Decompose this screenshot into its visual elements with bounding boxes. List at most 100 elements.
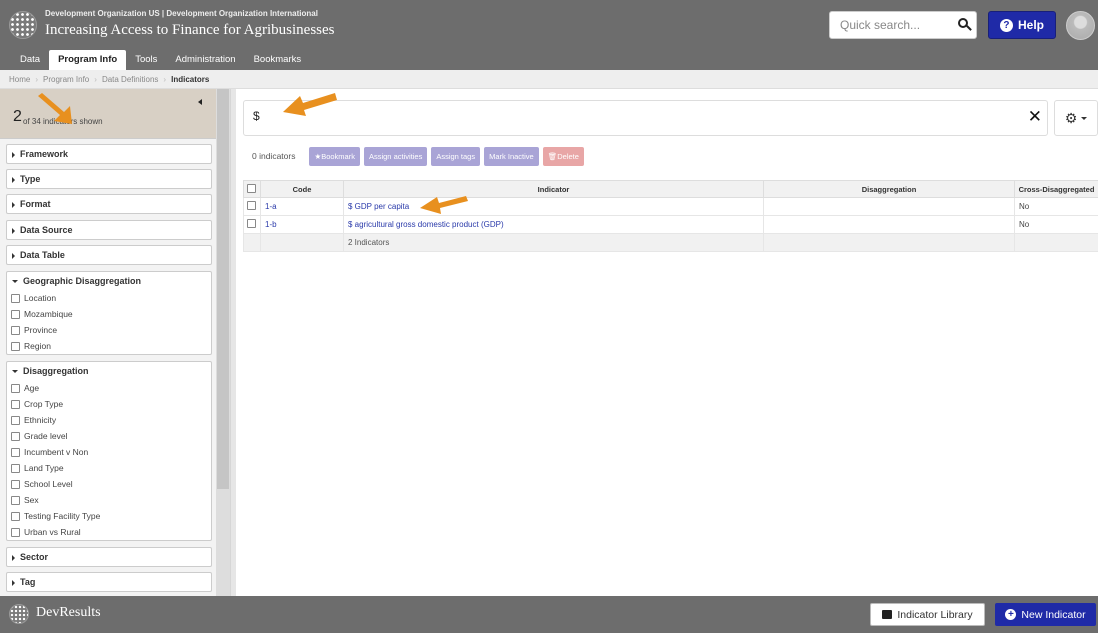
facet-label: Data Table	[20, 250, 65, 260]
option-label: Grade level	[24, 431, 68, 441]
filter-option[interactable]: Crop Type	[7, 396, 211, 412]
search-icon[interactable]	[958, 18, 968, 28]
facet-header[interactable]: Disaggregation	[7, 362, 211, 380]
option-label: Province	[24, 325, 58, 335]
settings-dropdown[interactable]: ⚙	[1054, 100, 1098, 136]
quick-search[interactable]	[829, 11, 977, 39]
cross-disaggregated-cell: No	[1014, 197, 1098, 216]
indicator-link[interactable]: $ agricultural gross domestic product (G…	[348, 220, 504, 229]
globe-logo-icon[interactable]	[9, 11, 37, 39]
table-row: 1-a $ GDP per capita No	[243, 197, 1098, 216]
checkbox[interactable]	[11, 309, 20, 319]
row-checkbox[interactable]	[247, 201, 256, 210]
filter-option[interactable]: Ethnicity	[7, 412, 211, 428]
filter-option[interactable]: School Level	[7, 476, 211, 492]
code-link[interactable]: 1-b	[265, 220, 277, 229]
facet-disaggregation: Disaggregation Age Crop Type Ethnicity G…	[6, 361, 212, 541]
filter-option[interactable]: Sex	[7, 492, 211, 508]
filter-option[interactable]: Testing Facility Type	[7, 508, 211, 524]
collapse-sidebar-icon[interactable]	[198, 99, 202, 105]
delete-button[interactable]: 🗑Delete	[542, 146, 584, 166]
filter-option[interactable]: Region	[7, 338, 211, 354]
breadcrumb-data-definitions[interactable]: Data Definitions	[102, 75, 158, 84]
breadcrumb-program-info[interactable]: Program Info	[43, 75, 89, 84]
column-header-code[interactable]: Code	[260, 180, 344, 198]
code-link[interactable]: 1-a	[265, 202, 277, 211]
filter-option[interactable]: Land Type	[7, 460, 211, 476]
breadcrumb-home[interactable]: Home	[9, 75, 30, 84]
book-icon	[882, 610, 893, 619]
nav-bookmarks[interactable]: Bookmarks	[245, 50, 311, 70]
footer-empty-cell	[243, 233, 261, 252]
facet-tag[interactable]: Tag	[6, 572, 212, 592]
option-label: Location	[24, 293, 57, 303]
nav-data[interactable]: Data	[11, 50, 49, 70]
user-avatar[interactable]	[1066, 11, 1095, 40]
help-button[interactable]: ? Help	[988, 11, 1056, 39]
facet-framework[interactable]: Framework	[6, 144, 212, 164]
footer-empty-cell	[1014, 233, 1098, 252]
sidebar-scroll-thumb[interactable]	[217, 89, 229, 489]
facet-label: Type	[20, 174, 41, 184]
program-title[interactable]: Increasing Access to Finance for Agribus…	[45, 22, 335, 39]
select-all-checkbox[interactable]	[247, 183, 256, 193]
checkbox[interactable]	[11, 399, 20, 409]
facet-type[interactable]: Type	[6, 169, 212, 189]
option-label: School Level	[24, 479, 73, 489]
checkbox[interactable]	[11, 431, 20, 441]
main-content: $ ✕ ⚙ 0 indicators ★Bookmark Assign acti…	[236, 89, 1098, 596]
indicator-link[interactable]: $ GDP per capita	[348, 202, 409, 211]
indicator-search-value[interactable]: $	[253, 109, 260, 123]
caret-right-icon	[12, 554, 15, 561]
checkbox[interactable]	[11, 447, 20, 457]
caret-down-icon	[12, 370, 18, 374]
option-label: Incumbent v Non	[24, 447, 89, 457]
indicator-search-box[interactable]: $ ✕	[243, 100, 1048, 136]
checkbox[interactable]	[11, 479, 20, 489]
filter-option[interactable]: Location	[7, 290, 211, 306]
column-header-disaggregation[interactable]: Disaggregation	[763, 180, 1015, 198]
facet-sector[interactable]: Sector	[6, 547, 212, 567]
facet-data-source[interactable]: Data Source	[6, 220, 212, 240]
clear-search-icon[interactable]: ✕	[1028, 107, 1042, 127]
facet-label: Data Source	[20, 225, 73, 235]
facet-data-table[interactable]: Data Table	[6, 245, 212, 265]
checkbox[interactable]	[11, 495, 20, 505]
mark-inactive-button[interactable]: Mark Inactive	[484, 146, 539, 166]
nav-administration[interactable]: Administration	[166, 50, 244, 70]
column-header-indicator[interactable]: Indicator	[343, 180, 764, 198]
chevron-down-icon	[1081, 116, 1088, 120]
checkbox[interactable]	[11, 463, 20, 473]
nav-program-info[interactable]: Program Info	[49, 50, 127, 70]
option-label: Age	[24, 383, 40, 393]
indicator-library-button[interactable]: Indicator Library	[870, 603, 985, 626]
indicator-library-label: Indicator Library	[897, 608, 973, 621]
facet-header[interactable]: Geographic Disaggregation	[7, 272, 211, 290]
checkbox[interactable]	[11, 341, 20, 351]
code-cell: 1-a	[260, 197, 344, 216]
checkbox[interactable]	[11, 325, 20, 335]
column-header-cross-disaggregated[interactable]: Cross-Disaggregated	[1014, 180, 1098, 198]
assign-tags-button[interactable]: Assign tags	[431, 146, 481, 166]
facet-format[interactable]: Format	[6, 194, 212, 214]
filter-option[interactable]: Grade level	[7, 428, 211, 444]
quick-search-input[interactable]	[830, 12, 940, 38]
checkbox[interactable]	[11, 383, 20, 393]
facet-label: Sector	[20, 552, 49, 562]
bookmark-button[interactable]: ★Bookmark	[309, 146, 360, 166]
checkbox[interactable]	[11, 415, 20, 425]
facet-label: Tag	[20, 577, 36, 587]
new-indicator-label: New Indicator	[1021, 608, 1086, 621]
filter-option[interactable]: Mozambique	[7, 306, 211, 322]
filter-option[interactable]: Urban vs Rural	[7, 524, 211, 540]
nav-tools[interactable]: Tools	[126, 50, 166, 70]
filter-option[interactable]: Age	[7, 380, 211, 396]
checkbox[interactable]	[11, 293, 20, 303]
checkbox[interactable]	[11, 511, 20, 521]
row-checkbox[interactable]	[247, 219, 256, 228]
filter-option[interactable]: Incumbent v Non	[7, 444, 211, 460]
filter-option[interactable]: Province	[7, 322, 211, 338]
new-indicator-button[interactable]: + New Indicator	[995, 603, 1096, 626]
assign-activities-button[interactable]: Assign activities	[363, 146, 428, 166]
checkbox[interactable]	[11, 527, 20, 537]
